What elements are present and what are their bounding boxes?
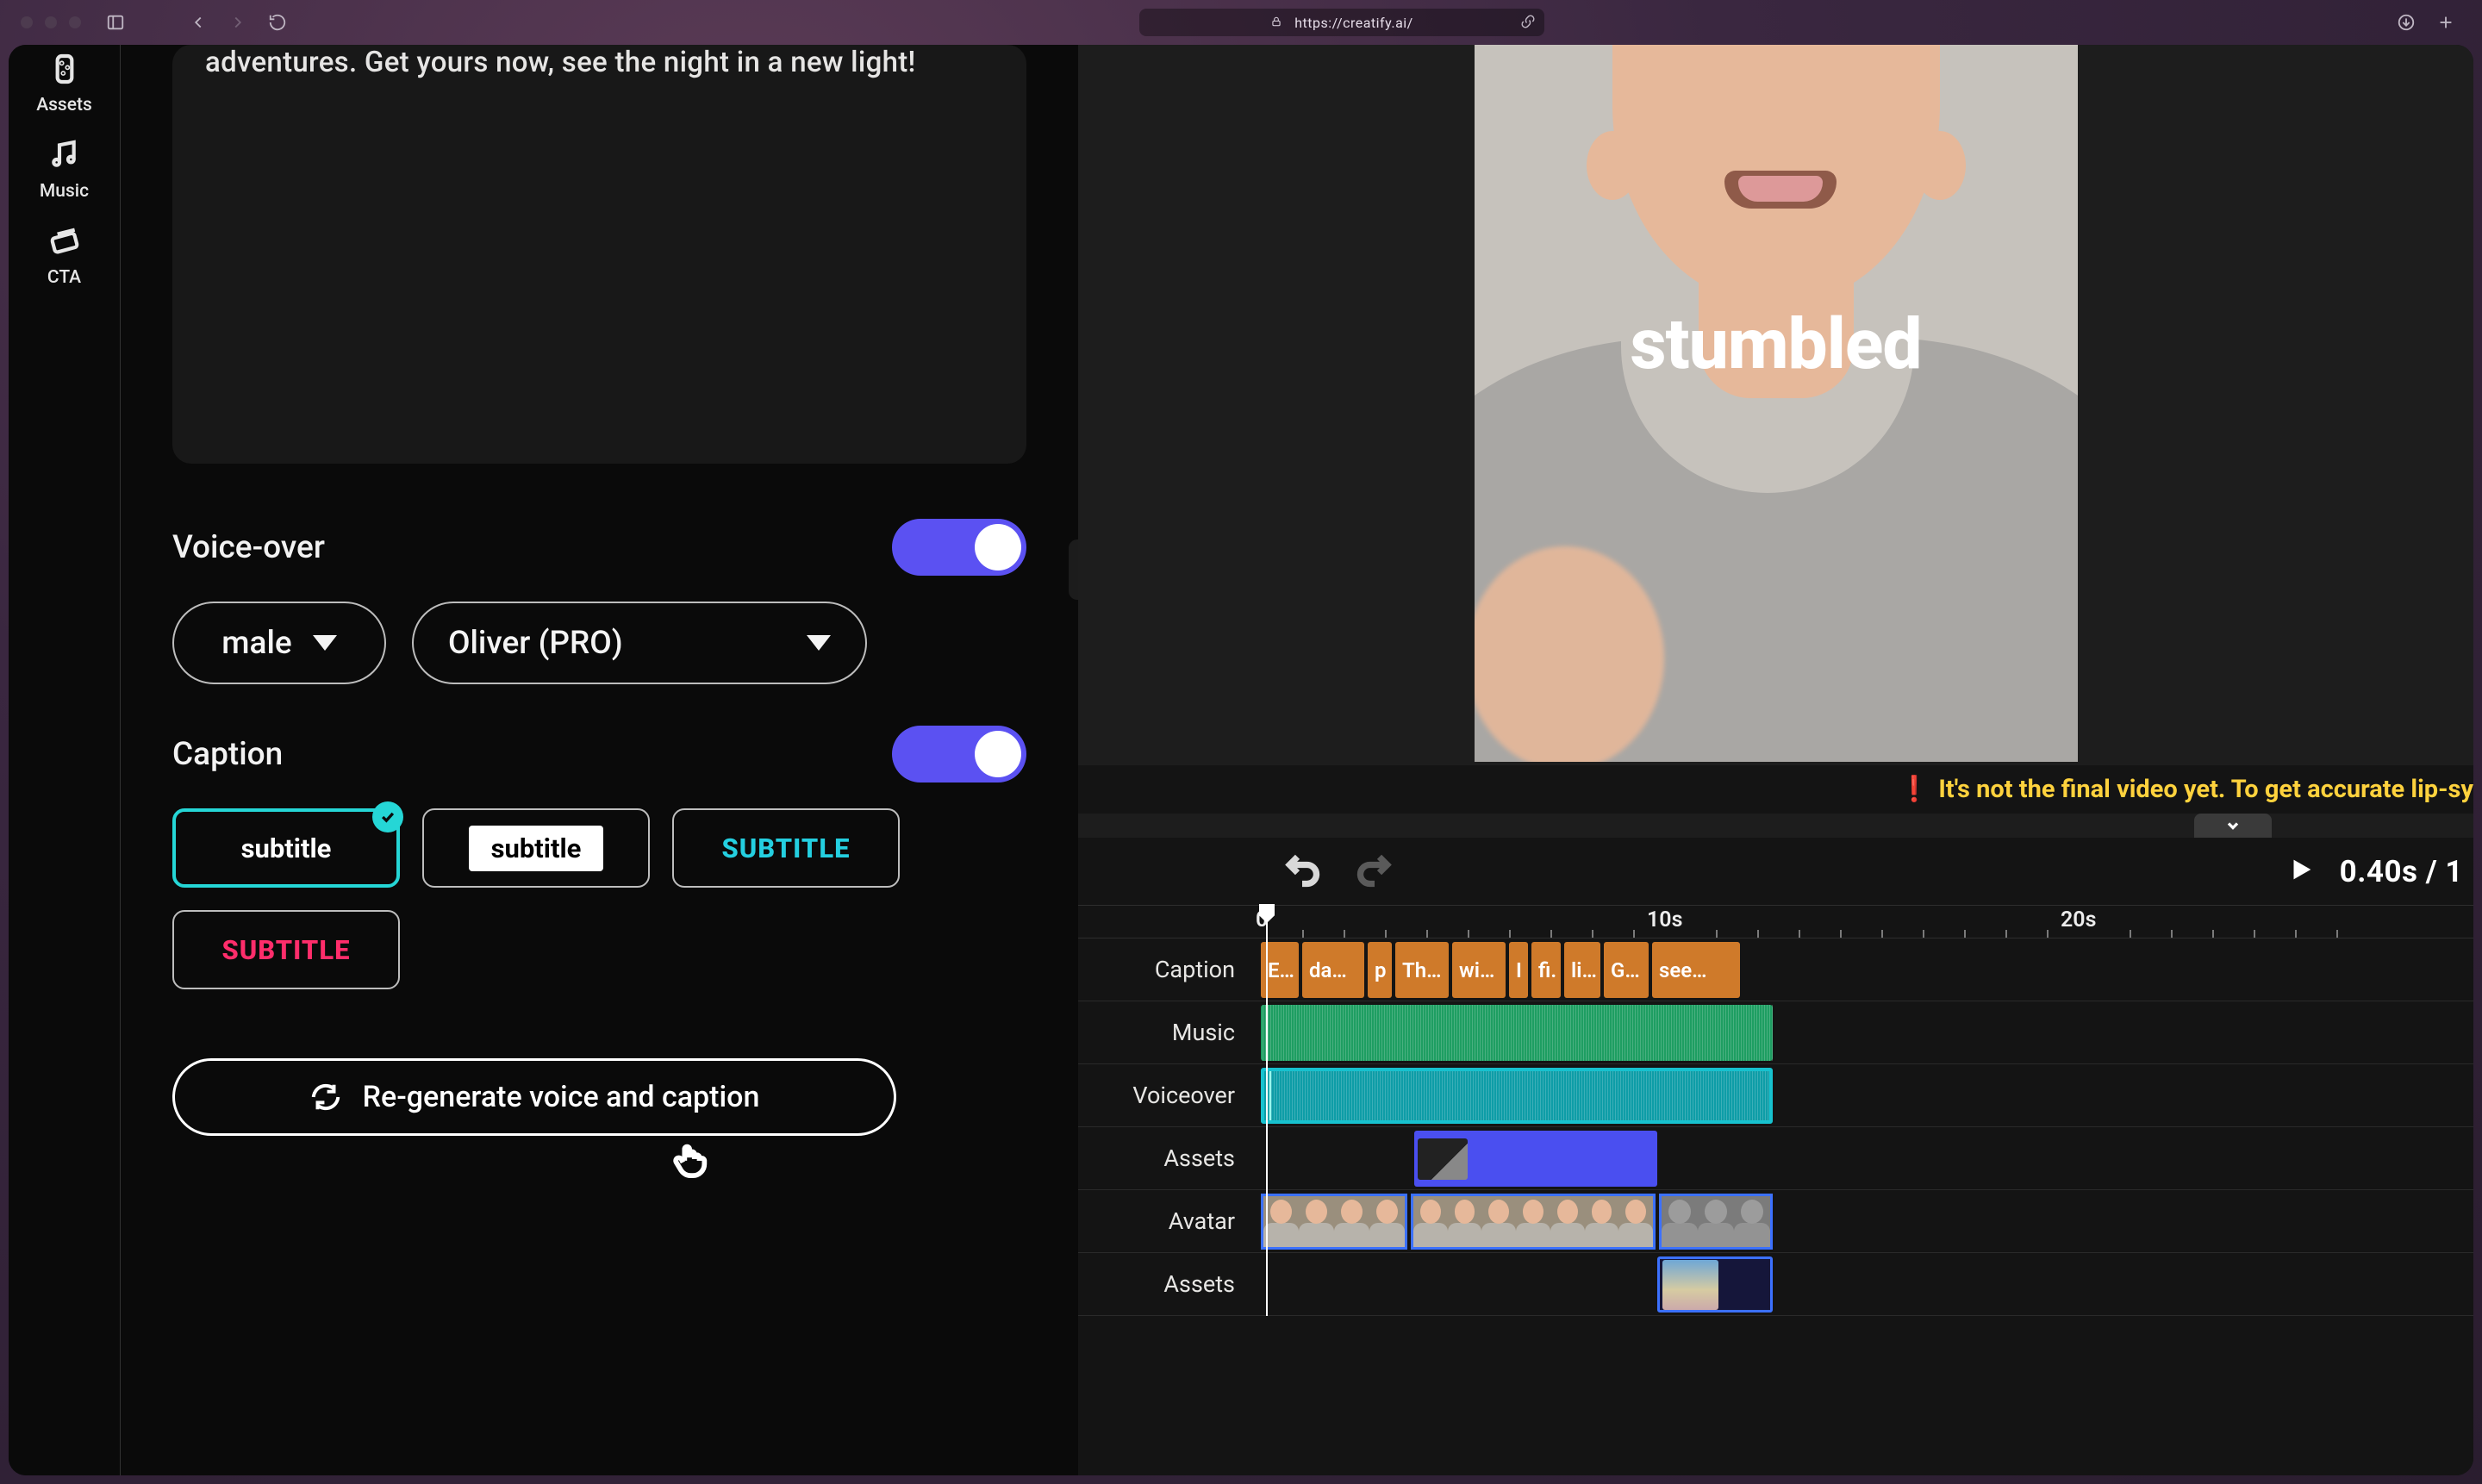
assets-icon — [47, 52, 82, 86]
sidebar-label: Music — [40, 181, 89, 202]
check-icon — [372, 801, 403, 832]
cursor-icon — [671, 1139, 711, 1187]
sidebar-toggle-icon[interactable] — [100, 7, 131, 38]
track-label-avatar: Avatar — [1078, 1190, 1250, 1253]
caption-segment[interactable]: Th… — [1395, 942, 1449, 998]
play-button[interactable] — [2286, 855, 2316, 888]
track-label-voiceover: Voiceover — [1078, 1064, 1250, 1127]
voice-gender-select[interactable]: male — [172, 602, 386, 684]
warning-banner: ❗ It's not the final video yet. To get a… — [1078, 765, 2473, 814]
min-dot[interactable] — [45, 16, 57, 28]
caption-style-text: SUBTITLE — [222, 934, 351, 966]
music-icon — [47, 138, 81, 172]
cta-icon — [47, 224, 82, 259]
caption-toggle[interactable] — [892, 726, 1026, 783]
track-assets[interactable] — [1250, 1127, 2473, 1190]
sidebar-label: CTA — [47, 267, 81, 288]
caption-style-text: subtitle — [241, 832, 332, 864]
sidebar-item-music[interactable]: Music — [40, 138, 89, 202]
voiceover-toggle[interactable] — [892, 519, 1026, 576]
track-label-caption: Caption — [1078, 938, 1250, 1001]
sidebar-item-assets[interactable]: Assets — [36, 52, 92, 115]
video-preview[interactable]: stumbled — [1475, 45, 2078, 762]
voiceover-clip[interactable] — [1261, 1068, 1773, 1124]
chevron-down-icon — [807, 635, 831, 651]
timeline-ruler[interactable]: 0 10s 20s — [1250, 906, 2473, 938]
caption-style-3[interactable]: SUBTITLE — [672, 808, 900, 888]
ruler-tick-10: 10s — [1647, 907, 1682, 932]
track-label-music: Music — [1078, 1001, 1250, 1064]
undo-button[interactable] — [1283, 851, 1321, 892]
asset-thumbnail — [1662, 1260, 1718, 1310]
new-tab-icon[interactable] — [2430, 7, 2461, 38]
voice-name-value: Oliver (PRO) — [448, 625, 623, 662]
asset-clip[interactable] — [1657, 1256, 1773, 1313]
timeline: 0.40s / 1 Caption Music Voiceover Assets… — [1078, 838, 2473, 1475]
voice-name-select[interactable]: Oliver (PRO) — [412, 602, 867, 684]
music-clip[interactable] — [1261, 1005, 1773, 1061]
avatar-clip[interactable] — [1261, 1194, 1407, 1250]
caption-segment[interactable]: da… — [1302, 942, 1364, 998]
forward-icon — [222, 7, 253, 38]
sidebar: Assets Music CTA — [9, 45, 121, 1475]
avatar-clip[interactable] — [1659, 1194, 1773, 1250]
timeline-collapse-button[interactable] — [2194, 814, 2272, 838]
lock-icon — [1270, 15, 1282, 31]
track-label-assets2: Assets — [1078, 1253, 1250, 1316]
regenerate-button[interactable]: Re-generate voice and caption — [172, 1058, 896, 1136]
asset-clip[interactable] — [1414, 1131, 1657, 1187]
warning-icon: ❗ — [1899, 775, 1930, 804]
preview-caption-word: stumbled — [1475, 303, 2078, 386]
warning-text: It's not the final video yet. To get acc… — [1938, 775, 2473, 804]
ruler-tick-20: 20s — [2061, 907, 2096, 932]
track-music[interactable] — [1250, 1001, 2473, 1064]
back-icon[interactable] — [183, 7, 214, 38]
script-textarea[interactable]: adventures. Get yours now, see the night… — [172, 45, 1026, 464]
downloads-icon[interactable] — [2391, 7, 2422, 38]
redo-button — [1356, 851, 1394, 892]
caption-style-text: subtitle — [469, 826, 604, 871]
left-panel: adventures. Get yours now, see the night… — [121, 45, 1078, 1475]
voiceover-label: Voice-over — [172, 529, 325, 566]
track-assets2[interactable] — [1250, 1253, 2473, 1316]
caption-segment[interactable]: wi… — [1452, 942, 1506, 998]
url-bar[interactable]: https://creatify.ai/ — [1139, 9, 1544, 36]
close-dot[interactable] — [21, 16, 33, 28]
chevron-down-icon — [313, 635, 337, 651]
caption-style-2[interactable]: subtitle — [422, 808, 650, 888]
track-avatar[interactable] — [1250, 1190, 2473, 1253]
time-display: 0.40s / 1 — [2340, 854, 2463, 889]
script-text: adventures. Get yours now, see the night… — [205, 45, 994, 82]
caption-segment[interactable]: li… — [1564, 942, 1600, 998]
max-dot[interactable] — [69, 16, 81, 28]
asset-thumbnail — [1418, 1138, 1468, 1180]
track-caption[interactable]: E…da…pTh…wi…Ifi.li…G…see… — [1250, 938, 2473, 1001]
caption-segment[interactable]: p — [1368, 942, 1392, 998]
caption-label: Caption — [172, 736, 283, 773]
cycle-icon — [309, 1081, 342, 1113]
caption-style-4[interactable]: SUBTITLE — [172, 910, 400, 989]
avatar-clip[interactable] — [1411, 1194, 1656, 1250]
sidebar-item-cta[interactable]: CTA — [47, 224, 82, 288]
caption-segment[interactable]: see… — [1652, 942, 1740, 998]
url-text: https://creatify.ai/ — [1294, 15, 1413, 31]
playhead[interactable] — [1266, 906, 1268, 1316]
preview-stage: stumbled — [1078, 45, 2473, 765]
voice-gender-value: male — [221, 625, 291, 662]
regenerate-label: Re-generate voice and caption — [363, 1080, 760, 1114]
window-controls[interactable] — [21, 16, 81, 28]
caption-style-text: SUBTITLE — [722, 832, 851, 864]
caption-segment[interactable]: I — [1509, 942, 1528, 998]
track-voiceover[interactable] — [1250, 1064, 2473, 1127]
share-icon[interactable] — [1520, 14, 1536, 33]
track-label-assets: Assets — [1078, 1127, 1250, 1190]
sidebar-label: Assets — [36, 95, 92, 115]
caption-segment[interactable]: G… — [1604, 942, 1649, 998]
caption-segment[interactable]: fi. — [1531, 942, 1561, 998]
caption-style-1[interactable]: subtitle — [172, 808, 400, 888]
reload-icon[interactable] — [262, 7, 293, 38]
